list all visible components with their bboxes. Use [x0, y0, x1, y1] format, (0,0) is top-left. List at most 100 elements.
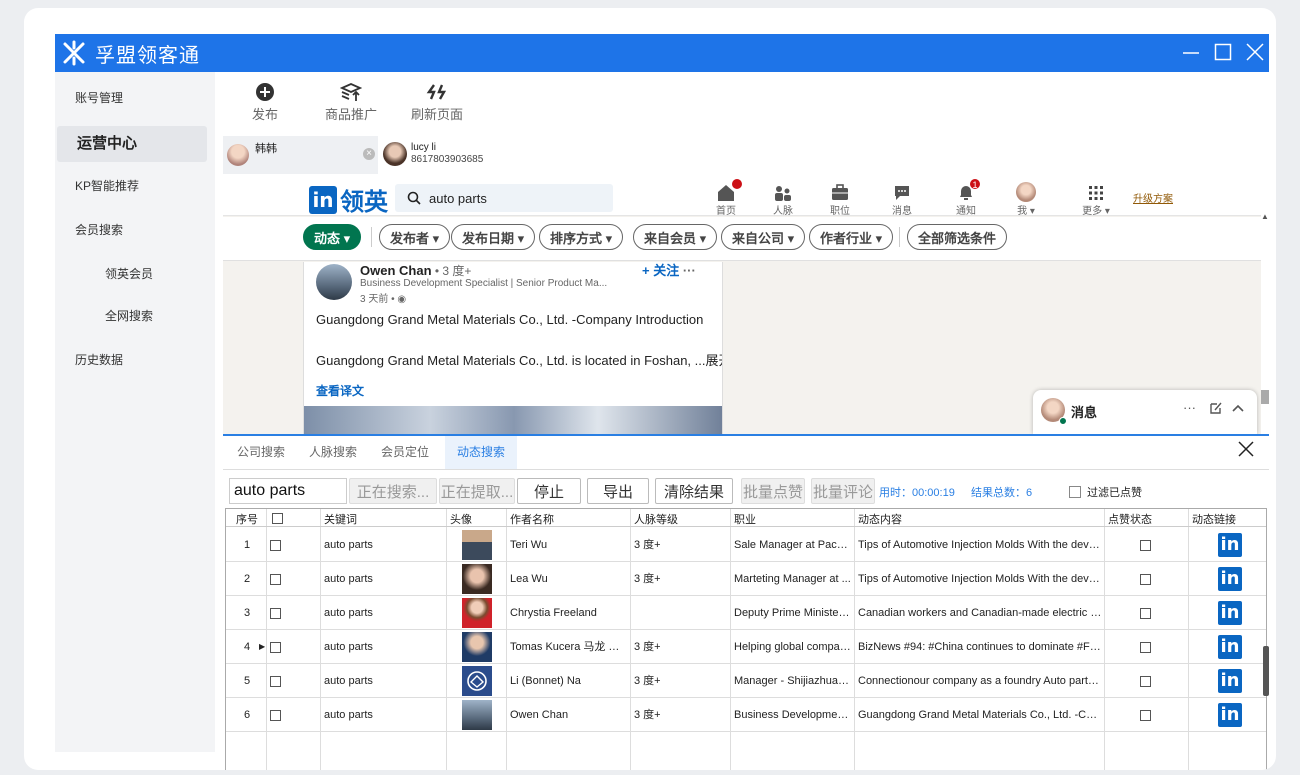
- row-number: 4: [244, 641, 251, 653]
- scroll-thumb[interactable]: [1261, 390, 1269, 404]
- row-checkbox[interactable]: [270, 562, 281, 596]
- compose-icon[interactable]: [1209, 401, 1223, 418]
- sidebar-item-account[interactable]: 账号管理: [55, 88, 215, 108]
- nav-me[interactable]: 我 ▾: [1001, 178, 1051, 217]
- filter-sort[interactable]: 排序方式 ▾: [539, 224, 624, 250]
- batch-like-button[interactable]: 批量点赞: [741, 478, 805, 504]
- table-row[interactable]: 2 auto parts Lea Wu 3 度+ Marteting Manag…: [226, 562, 1266, 596]
- maximize-icon[interactable]: [1213, 39, 1233, 65]
- post-text-line[interactable]: Guangdong Grand Metal Materials Co., Ltd…: [316, 350, 722, 369]
- table-row[interactable]: 6 auto parts Owen Chan 3 度+ Business Dev…: [226, 698, 1266, 732]
- minimize-icon[interactable]: [1181, 39, 1201, 65]
- row-content: Guangdong Grand Metal Materials Co., Ltd…: [858, 709, 1102, 721]
- searching-button[interactable]: 正在搜索...: [349, 478, 437, 504]
- close-icon[interactable]: [1237, 440, 1255, 461]
- row-checkbox[interactable]: [270, 698, 281, 732]
- batch-comment-button[interactable]: 批量评论: [811, 478, 875, 504]
- result-total: 结果总数：6: [971, 487, 1033, 499]
- row-checkbox[interactable]: [270, 596, 281, 630]
- promote-button[interactable]: 商品推广: [321, 80, 381, 123]
- table-row[interactable]: 5 auto parts Li (Bonnet) Na 3 度+ Manager…: [226, 664, 1266, 698]
- filter-from-company[interactable]: 来自公司 ▾: [721, 224, 806, 250]
- linkedin-link-button[interactable]: in: [1218, 562, 1242, 596]
- sidebar: 账号管理 运营中心 KP智能推荐 会员搜索 领英会员 全网搜索 历史数据: [55, 72, 215, 752]
- export-button[interactable]: 导出: [587, 478, 649, 504]
- like-status-checkbox[interactable]: [1140, 664, 1151, 698]
- keyword-input[interactable]: auto parts: [229, 478, 347, 504]
- close-window-icon[interactable]: [1245, 39, 1265, 65]
- more-icon: ···: [682, 263, 696, 278]
- window-controls: [1181, 39, 1265, 65]
- linkedin-link-button[interactable]: in: [1218, 664, 1242, 698]
- tab-member-locate[interactable]: 会员定位: [369, 436, 441, 469]
- account-tab-hanhan[interactable]: 韩韩 ×: [223, 136, 378, 174]
- side-drag-handle[interactable]: [1263, 646, 1269, 696]
- row-checkbox[interactable]: [270, 630, 281, 664]
- sidebar-item-member-search[interactable]: 会员搜索: [55, 220, 215, 240]
- linkedin-link-button[interactable]: in: [1218, 596, 1242, 630]
- nav-home[interactable]: 首页: [701, 178, 751, 217]
- nav-jobs[interactable]: 职位: [815, 178, 865, 217]
- filter-all[interactable]: 全部筛选条件: [907, 224, 1008, 250]
- sidebar-item-operations[interactable]: 运营中心: [57, 126, 207, 162]
- account-tab-lucy[interactable]: lucy li 8617803903685: [381, 136, 541, 174]
- filter-publisher[interactable]: 发布者 ▾: [379, 224, 451, 250]
- filter-posts[interactable]: 动态 ▾: [303, 224, 362, 250]
- post-author[interactable]: Owen Chan • 3 度+: [360, 262, 471, 279]
- see-translation-link[interactable]: 查看译文: [316, 382, 364, 399]
- sidebar-item-linkedin-member[interactable]: 领英会员: [55, 264, 215, 284]
- filter-liked-checkbox[interactable]: 过滤已点赞: [1069, 484, 1142, 500]
- row-checkbox[interactable]: [270, 664, 281, 698]
- linkedin-link-button[interactable]: in: [1218, 528, 1242, 562]
- post-image[interactable]: [304, 406, 722, 434]
- stop-button[interactable]: 停止: [517, 478, 581, 504]
- row-author: Teri Wu: [510, 539, 548, 551]
- linkedin-link-button[interactable]: in: [1218, 630, 1242, 664]
- table-row[interactable]: 1 auto parts Teri Wu 3 度+ Sale Manager a…: [226, 528, 1266, 562]
- row-pointer-icon: ▶: [259, 642, 266, 651]
- webview-scrollbar[interactable]: ▲ ▼: [1261, 212, 1269, 453]
- filter-from-member[interactable]: 来自会员 ▾: [633, 224, 718, 250]
- linkedin-logo[interactable]: in 领英: [309, 182, 388, 217]
- extracting-button[interactable]: 正在提取...: [439, 478, 515, 504]
- table-row[interactable]: 4 ▶ auto parts Tomas Kucera 马龙 MB... 3 度…: [226, 630, 1266, 664]
- search-type-tabs: 公司搜索 人脉搜索 会员定位 动态搜索: [223, 434, 1269, 470]
- row-checkbox[interactable]: [270, 528, 281, 562]
- like-status-checkbox[interactable]: [1140, 630, 1151, 664]
- tab-post-search[interactable]: 动态搜索: [445, 436, 518, 469]
- nav-network[interactable]: 人脉: [758, 178, 808, 217]
- linkedin-search-input[interactable]: auto parts: [395, 184, 613, 212]
- filter-date[interactable]: 发布日期 ▾: [451, 224, 536, 250]
- tab-company-search[interactable]: 公司搜索: [225, 436, 297, 469]
- table-row[interactable]: 3 auto parts Chrystia Freeland Deputy Pr…: [226, 596, 1266, 630]
- linkedin-brand: 领英: [340, 189, 388, 216]
- like-status-checkbox[interactable]: [1140, 698, 1151, 732]
- like-status-checkbox[interactable]: [1140, 596, 1151, 630]
- scroll-up-arrow: ▲: [1261, 212, 1269, 221]
- upgrade-link[interactable]: 升级方案: [1133, 190, 1173, 205]
- filter-author-industry[interactable]: 作者行业 ▾: [809, 224, 894, 250]
- avatar[interactable]: [316, 264, 352, 300]
- close-tab-icon[interactable]: ×: [363, 148, 375, 160]
- follow-button[interactable]: + 关注 ···: [642, 262, 696, 279]
- nav-notifications[interactable]: 1 通知: [941, 178, 991, 217]
- publish-button[interactable]: 发布: [245, 80, 285, 123]
- linkedin-link-button[interactable]: in: [1218, 698, 1242, 732]
- like-status-checkbox[interactable]: [1140, 562, 1151, 596]
- more-icon[interactable]: ···: [1183, 400, 1196, 415]
- chevron-up-icon[interactable]: [1231, 401, 1245, 418]
- refresh-button[interactable]: 刷新页面: [407, 80, 467, 123]
- like-status-checkbox[interactable]: [1140, 528, 1151, 562]
- filter-liked-label: 过滤已点赞: [1087, 487, 1142, 499]
- nav-more[interactable]: 更多 ▾: [1071, 178, 1121, 217]
- nav-messages[interactable]: 消息: [877, 178, 927, 217]
- sidebar-item-history[interactable]: 历史数据: [55, 350, 215, 370]
- messaging-popup[interactable]: 消息 ···: [1033, 390, 1257, 434]
- select-all-checkbox[interactable]: [272, 512, 283, 524]
- sidebar-item-kp-recommend[interactable]: KP智能推荐: [55, 176, 215, 196]
- checkbox[interactable]: [1069, 486, 1081, 498]
- clear-results-button[interactable]: 清除结果: [655, 478, 733, 504]
- tab-people-search[interactable]: 人脉搜索: [297, 436, 369, 469]
- sidebar-item-web-search[interactable]: 全网搜索: [55, 306, 215, 326]
- app-window-frame: 孚盟领客通 账号管理 运营中心 KP智能推荐 会员搜索 领英会员 全网搜索 历史…: [24, 8, 1276, 770]
